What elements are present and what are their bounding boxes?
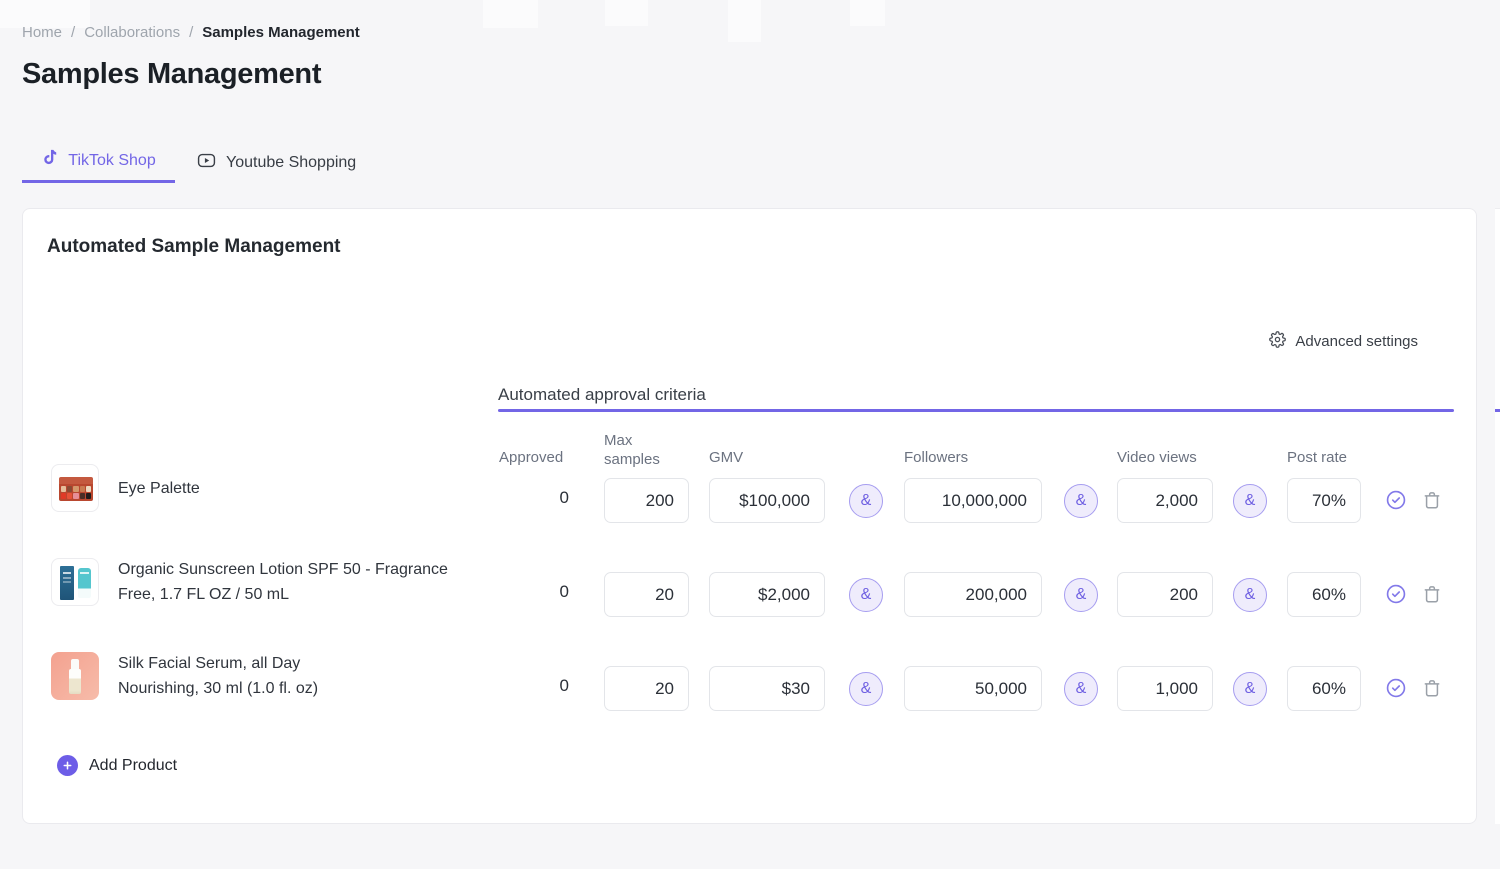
breadcrumb-home[interactable]: Home bbox=[22, 24, 62, 41]
approved-count: 0 bbox=[499, 582, 569, 602]
and-operator-badge[interactable]: & bbox=[1064, 578, 1098, 612]
tab-youtube-label: Youtube Shopping bbox=[226, 154, 356, 172]
criteria-header: Automated approval criteria bbox=[498, 385, 706, 405]
add-product-label: Add Product bbox=[89, 757, 177, 775]
background-artifact bbox=[483, 0, 538, 28]
advanced-settings-button[interactable]: Advanced settings bbox=[1269, 331, 1418, 352]
page-title: Samples Management bbox=[22, 58, 321, 91]
product-name: Eye Palette bbox=[118, 476, 200, 501]
product-cell: Eye Palette bbox=[51, 464, 200, 512]
and-operator-badge[interactable]: & bbox=[1233, 672, 1267, 706]
criteria-underline bbox=[498, 409, 1454, 412]
max-samples-input[interactable] bbox=[604, 666, 689, 711]
add-product-button[interactable]: Add Product bbox=[57, 755, 177, 776]
automated-sample-management-panel: Automated Sample Management Advanced set… bbox=[22, 208, 1477, 824]
tab-tiktok-shop[interactable]: TikTok Shop bbox=[22, 142, 175, 183]
background-artifact bbox=[850, 0, 885, 26]
followers-input[interactable] bbox=[904, 478, 1042, 523]
product-image-sunscreen bbox=[51, 558, 99, 606]
and-operator-badge[interactable]: & bbox=[1233, 578, 1267, 612]
breadcrumb-separator: / bbox=[71, 24, 75, 41]
max-samples-input[interactable] bbox=[604, 478, 689, 523]
tab-tiktok-label: TikTok Shop bbox=[68, 152, 155, 170]
breadcrumb-separator: / bbox=[189, 24, 193, 41]
confirm-check-icon[interactable] bbox=[1385, 583, 1407, 605]
post-rate-input[interactable] bbox=[1287, 478, 1361, 523]
tiktok-icon bbox=[41, 149, 58, 173]
background-artifact bbox=[728, 0, 761, 42]
video-views-input[interactable] bbox=[1117, 666, 1213, 711]
product-image-eye-palette bbox=[51, 464, 99, 512]
background-artifact bbox=[605, 0, 648, 26]
adjacent-panel-underline bbox=[1495, 409, 1500, 412]
table-row: Eye Palette 0 & & & bbox=[23, 464, 1478, 534]
product-cell: Organic Sunscreen Lotion SPF 50 - Fragra… bbox=[51, 558, 448, 606]
and-operator-badge[interactable]: & bbox=[1064, 484, 1098, 518]
product-image-serum bbox=[51, 652, 99, 700]
delete-trash-icon[interactable] bbox=[1422, 678, 1442, 698]
product-cell: Silk Facial Serum, all Day Nourishing, 3… bbox=[51, 652, 318, 700]
and-operator-badge[interactable]: & bbox=[849, 672, 883, 706]
gmv-input[interactable] bbox=[709, 666, 825, 711]
adjacent-panel-sliver bbox=[1495, 208, 1500, 824]
confirm-check-icon[interactable] bbox=[1385, 677, 1407, 699]
tab-youtube-shopping[interactable]: Youtube Shopping bbox=[193, 142, 360, 183]
gmv-input[interactable] bbox=[709, 478, 825, 523]
followers-input[interactable] bbox=[904, 666, 1042, 711]
tab-bar: TikTok Shop Youtube Shopping bbox=[22, 142, 360, 183]
delete-trash-icon[interactable] bbox=[1422, 584, 1442, 604]
video-views-input[interactable] bbox=[1117, 572, 1213, 617]
gmv-input[interactable] bbox=[709, 572, 825, 617]
confirm-check-icon[interactable] bbox=[1385, 489, 1407, 511]
product-name: Organic Sunscreen Lotion SPF 50 - Fragra… bbox=[118, 557, 448, 607]
table-row: Silk Facial Serum, all Day Nourishing, 3… bbox=[23, 652, 1478, 722]
video-views-input[interactable] bbox=[1117, 478, 1213, 523]
gear-icon bbox=[1269, 331, 1286, 352]
panel-title: Automated Sample Management bbox=[47, 236, 341, 258]
breadcrumb-collaborations[interactable]: Collaborations bbox=[84, 24, 180, 41]
and-operator-badge[interactable]: & bbox=[849, 484, 883, 518]
product-name: Silk Facial Serum, all Day Nourishing, 3… bbox=[118, 651, 318, 701]
and-operator-badge[interactable]: & bbox=[1064, 672, 1098, 706]
post-rate-input[interactable] bbox=[1287, 666, 1361, 711]
post-rate-input[interactable] bbox=[1287, 572, 1361, 617]
breadcrumb-current: Samples Management bbox=[202, 24, 360, 41]
and-operator-badge[interactable]: & bbox=[1233, 484, 1267, 518]
approved-count: 0 bbox=[499, 676, 569, 696]
table-row: Organic Sunscreen Lotion SPF 50 - Fragra… bbox=[23, 558, 1478, 628]
breadcrumb: Home / Collaborations / Samples Manageme… bbox=[22, 24, 360, 41]
plus-icon bbox=[57, 755, 78, 776]
advanced-settings-label: Advanced settings bbox=[1295, 333, 1418, 350]
followers-input[interactable] bbox=[904, 572, 1042, 617]
approved-count: 0 bbox=[499, 488, 569, 508]
max-samples-input[interactable] bbox=[604, 572, 689, 617]
youtube-icon bbox=[197, 151, 216, 175]
and-operator-badge[interactable]: & bbox=[849, 578, 883, 612]
delete-trash-icon[interactable] bbox=[1422, 490, 1442, 510]
